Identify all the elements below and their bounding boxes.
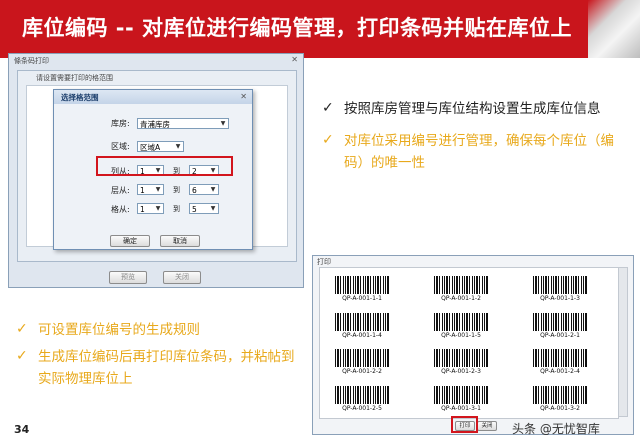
layer-to-select[interactable]: 6 ▼: [189, 184, 219, 195]
barcode-label: QP-A-001-1-2: [441, 295, 481, 302]
page-number: 34: [14, 423, 30, 436]
barcode-label: QP-A-001-3-2: [540, 405, 580, 412]
check-icon: ✓: [16, 321, 28, 337]
print-window: 打印 打印 关闭 QP-A-001-1-1 QP-A-001-1-2 QP-A-00…: [312, 255, 634, 435]
check-icon: ✓: [16, 348, 28, 364]
barcode: [434, 276, 488, 294]
barcode: [434, 313, 488, 331]
bullet-item: ✓ 对库位采用编号进行管理，确保每个库位（编码）的唯一性: [322, 130, 628, 174]
check-icon: ✓: [322, 132, 334, 148]
left-bullets: ✓ 可设置库位编号的生成规则 ✓ 生成库位编码后再打印库位条码，并粘帖到实际物理…: [16, 319, 306, 390]
layer-from-value: 1: [140, 186, 145, 195]
dialog-title: 选择格范围: [61, 93, 99, 102]
close-button[interactable]: 关闭: [163, 271, 201, 284]
zone-select[interactable]: 区域A ▼: [137, 141, 184, 152]
barcode: [335, 313, 389, 331]
barcode: [533, 386, 587, 404]
chevron-down-icon: ▼: [210, 186, 216, 193]
cell-from-label: 格从:: [111, 205, 130, 214]
zone-label: 区域:: [111, 142, 130, 151]
check-icon: ✓: [322, 100, 334, 116]
layer-to-value: 6: [192, 186, 197, 195]
bullet-text: 按照库房管理与库位结构设置生成库位信息: [344, 101, 601, 117]
barcode-label: QP-A-001-2-2: [342, 368, 382, 375]
print-highlight-box: [451, 416, 478, 433]
barcode-label: QP-A-001-2-1: [540, 332, 580, 339]
chevron-down-icon: ▼: [220, 120, 226, 127]
warehouse-value: 青浦库房: [140, 120, 170, 129]
bullet-item: ✓ 按照库房管理与库位结构设置生成库位信息: [322, 98, 628, 120]
chevron-down-icon: ▼: [175, 143, 181, 150]
barcode: [533, 276, 587, 294]
cell-to-value: 5: [192, 205, 197, 214]
group-title: 请设置需要打印的格范围: [36, 74, 113, 82]
corner-decoration: [588, 0, 640, 58]
cancel-button[interactable]: 取消: [160, 235, 200, 247]
barcode-label: QP-A-001-1-3: [540, 295, 580, 302]
slide-title: 库位编码 -- 对库位进行编码管理，打印条码并贴在库位上: [22, 16, 573, 40]
cell-from-value: 1: [140, 205, 145, 214]
right-bullets: ✓ 按照库房管理与库位结构设置生成库位信息 ✓ 对库位采用编号进行管理，确保每个…: [322, 98, 628, 174]
barcode: [434, 386, 488, 404]
scrollbar[interactable]: [618, 267, 628, 417]
barcode: [335, 276, 389, 294]
barcode-label: QP-A-001-2-4: [540, 368, 580, 375]
bullet-item: ✓ 生成库位编码后再打印库位条码，并粘帖到实际物理库位上: [16, 346, 306, 390]
barcode: [533, 313, 587, 331]
print-window-title: 打印: [317, 258, 331, 266]
chevron-down-icon: ▼: [155, 186, 161, 193]
barcode: [434, 349, 488, 367]
window-title: 條条码打印: [14, 57, 49, 65]
close-icon[interactable]: ✕: [291, 55, 298, 64]
cell-from-select[interactable]: 1 ▼: [137, 203, 164, 214]
warehouse-label: 库房:: [111, 119, 130, 128]
bullet-text: 生成库位编码后再打印库位条码，并粘帖到实际物理库位上: [38, 349, 295, 387]
dialog-close-icon[interactable]: ✕: [240, 92, 247, 101]
preview-button[interactable]: 预览: [109, 271, 147, 284]
print-close-button[interactable]: 关闭: [477, 421, 497, 431]
bullet-item: ✓ 可设置库位编号的生成规则: [16, 319, 306, 341]
barcode-label: QP-A-001-1-5: [441, 332, 481, 339]
barcode-label: QP-A-001-2-5: [342, 405, 382, 412]
barcode: [335, 386, 389, 404]
cell-to-select[interactable]: 5 ▼: [189, 203, 219, 214]
barcode: [533, 349, 587, 367]
barcode-label: QP-A-001-1-4: [342, 332, 382, 339]
layer-from-label: 层从:: [111, 186, 130, 195]
highlight-box: [96, 156, 233, 176]
zone-value: 区域A: [140, 143, 161, 152]
barcode-label: QP-A-001-2-3: [441, 368, 481, 375]
bullet-text: 可设置库位编号的生成规则: [38, 322, 200, 338]
ok-button[interactable]: 确定: [110, 235, 150, 247]
chevron-down-icon: ▼: [155, 205, 161, 212]
chevron-down-icon: ▼: [210, 205, 216, 212]
warehouse-select[interactable]: 青浦库房 ▼: [137, 118, 229, 129]
barcode: [335, 349, 389, 367]
layer-to-label: 到: [173, 186, 180, 194]
barcode-label: QP-A-001-3-1: [441, 405, 481, 412]
bullet-text: 对库位采用编号进行管理，确保每个库位（编码）的唯一性: [344, 133, 614, 171]
layer-from-select[interactable]: 1 ▼: [137, 184, 164, 195]
watermark: 头条 @无忧智库: [512, 422, 600, 436]
cell-to-label: 到: [173, 205, 180, 213]
barcode-label: QP-A-001-1-1: [342, 295, 382, 302]
